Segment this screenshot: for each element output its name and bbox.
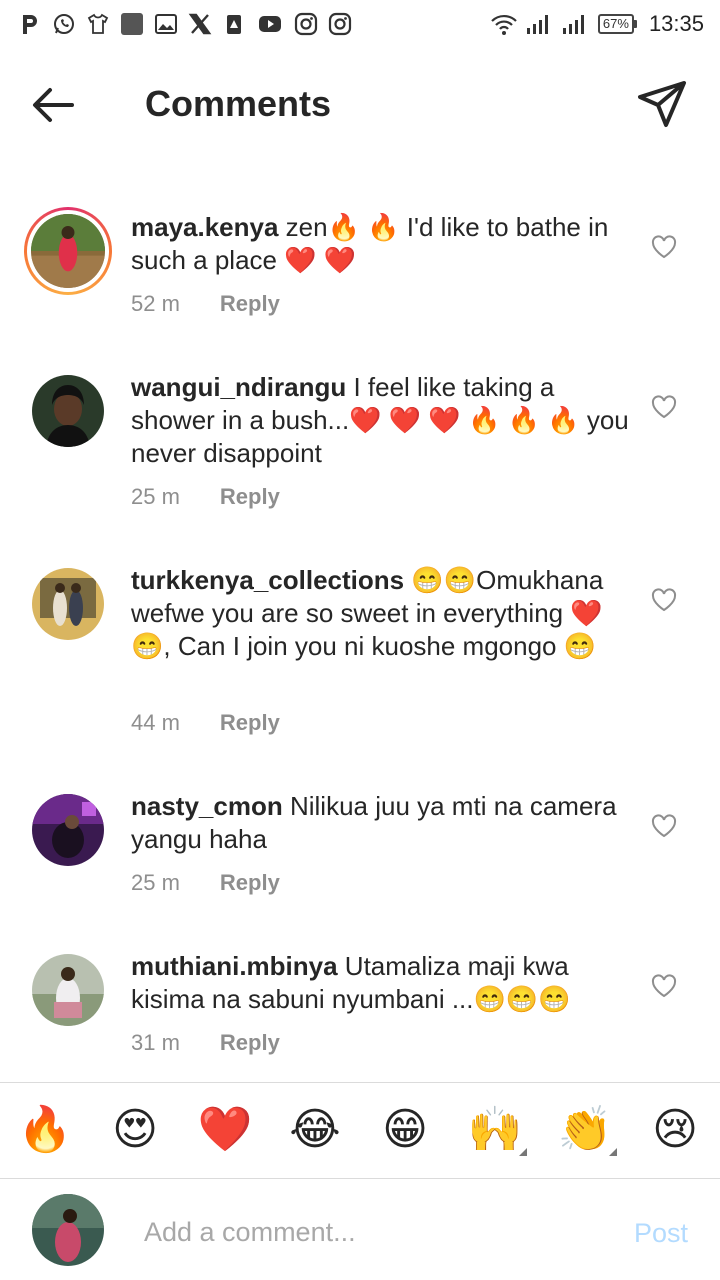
like-heart-icon[interactable] <box>650 972 678 1000</box>
emoji-fire-button[interactable]: 🔥 <box>15 1100 75 1160</box>
comment-text: wangui_ndirangu I feel like taking a sho… <box>131 371 631 470</box>
signal-icon <box>562 15 584 34</box>
pinterest-icon <box>23 15 37 34</box>
comment-username[interactable]: muthiani.mbinya <box>131 951 338 981</box>
like-heart-icon[interactable] <box>650 233 678 261</box>
emoji-clap-glyph: 👏 <box>557 1104 613 1155</box>
system-status: 67% 13:35 <box>490 10 704 38</box>
emoji-grin-button[interactable]: 😁 <box>375 1100 435 1160</box>
warning-icon <box>227 15 241 34</box>
comment-item: turkkenya_collections 😁😁Omukhana wefwe y… <box>0 558 720 748</box>
reply-button[interactable]: Reply <box>220 1030 280 1056</box>
clock: 13:35 <box>648 11 704 36</box>
comment-text: muthiani.mbinya Utamaliza maji kwa kisim… <box>131 950 631 1016</box>
emoji-heart-eyes-button[interactable]: 😍 <box>105 1100 165 1160</box>
comment-time: 31 m <box>131 1030 180 1055</box>
x-icon <box>188 13 212 35</box>
emoji-raised-hands-glyph: 🙌 <box>467 1104 523 1155</box>
comment-meta: 25 m Reply <box>131 870 280 896</box>
reply-button[interactable]: Reply <box>220 870 280 896</box>
youtube-icon <box>259 16 281 32</box>
signal-icon <box>526 15 548 34</box>
wifi-icon <box>491 14 517 35</box>
comment-input[interactable] <box>144 1210 604 1254</box>
comment-username[interactable]: wangui_ndirangu <box>131 372 346 402</box>
emoji-clap-button[interactable]: 👏 <box>555 1100 617 1160</box>
emoji-quick-bar: 🔥 😍 ❤️ 😂 😁 🙌 👏 😢 <box>0 1100 720 1170</box>
notification-icons <box>18 10 352 38</box>
avatar[interactable] <box>32 794 104 866</box>
avatar-story-ring[interactable] <box>24 207 112 295</box>
comment-item: muthiani.mbinya Utamaliza maji kwa kisim… <box>0 944 720 1064</box>
whatsapp-icon <box>54 14 74 34</box>
avatar <box>31 214 105 288</box>
comment-time: 25 m <box>131 484 180 509</box>
emoji-tears-of-joy-button[interactable]: 😂 <box>285 1100 345 1160</box>
comment-meta: 31 m Reply <box>131 1030 280 1056</box>
avatar[interactable] <box>32 568 104 640</box>
instagram-icon <box>328 12 352 36</box>
comment-meta: 44 m Reply <box>131 710 280 736</box>
like-heart-icon[interactable] <box>650 393 678 421</box>
comment-item: nasty_cmon Nilikua juu ya mti na camera … <box>0 784 720 904</box>
comment-username[interactable]: nasty_cmon <box>131 791 283 821</box>
direct-send-icon[interactable] <box>634 77 690 133</box>
reply-button[interactable]: Reply <box>220 710 280 736</box>
comment-item: wangui_ndirangu I feel like taking a sho… <box>0 365 720 525</box>
comment-text: turkkenya_collections 😁😁Omukhana wefwe y… <box>131 564 631 663</box>
comment-composer: Post <box>0 1182 720 1280</box>
comment-username[interactable]: maya.kenya <box>131 212 278 242</box>
emoji-raised-hands-button[interactable]: 🙌 <box>465 1100 527 1160</box>
comment-text: nasty_cmon Nilikua juu ya mti na camera … <box>131 790 631 856</box>
emoji-sad-button[interactable]: 😢 <box>645 1100 705 1160</box>
comment-time: 52 m <box>131 291 180 316</box>
comment-meta: 52 m Reply <box>131 291 280 317</box>
comment-time: 25 m <box>131 870 180 895</box>
shirt-icon <box>87 13 109 34</box>
app-square-icon <box>121 13 143 35</box>
back-arrow-icon[interactable] <box>24 75 84 135</box>
battery-indicator: 67% <box>597 14 637 34</box>
comment-item: maya.kenya zen🔥 🔥 I'd like to bathe in s… <box>0 205 720 335</box>
status-bar: 67% 13:35 <box>0 0 720 50</box>
avatar[interactable] <box>32 954 104 1026</box>
comment-time: 44 m <box>131 710 180 735</box>
comment-username[interactable]: turkkenya_collections <box>131 565 404 595</box>
avatar[interactable] <box>32 375 104 447</box>
reply-button[interactable]: Reply <box>220 484 280 510</box>
comment-text: maya.kenya zen🔥 🔥 I'd like to bathe in s… <box>131 211 631 277</box>
divider <box>0 1082 720 1083</box>
instagram-icon <box>294 12 318 36</box>
emoji-heart-button[interactable]: ❤️ <box>195 1100 255 1160</box>
current-user-avatar <box>32 1194 104 1266</box>
comment-meta: 25 m Reply <box>131 484 280 510</box>
reply-button[interactable]: Reply <box>220 291 280 317</box>
post-button[interactable]: Post <box>634 1218 688 1249</box>
battery-level: 67% <box>597 14 634 34</box>
gallery-icon <box>155 14 177 34</box>
like-heart-icon[interactable] <box>650 812 678 840</box>
like-heart-icon[interactable] <box>650 586 678 614</box>
header: Comments <box>0 55 720 155</box>
divider <box>0 1178 720 1179</box>
page-title: Comments <box>145 83 332 124</box>
